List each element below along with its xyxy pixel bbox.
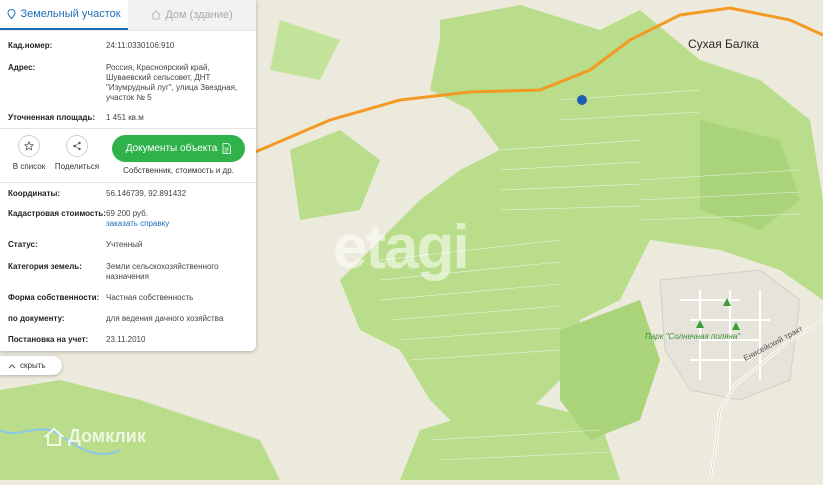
cost-row: Кадастровая стоимость: 69 200 руб. заказ… xyxy=(0,209,256,240)
coords-label: Координаты: xyxy=(8,189,61,198)
address-row: Адрес: Россия, Красноярский край, Шуваев… xyxy=(0,63,256,113)
tab-bar: Земельный участок Дом (здание) xyxy=(0,0,256,31)
category-value: Земли сельскохозяйственного назначения xyxy=(106,262,219,281)
tab-label: Дом (здание) xyxy=(165,9,233,21)
house-icon xyxy=(151,10,161,20)
ownership-row: Форма собственности: Частная собственнос… xyxy=(0,293,256,314)
area-row: Уточненная площадь: 1 451 кв.м xyxy=(0,113,256,128)
cad-number-value[interactable]: 24:11:0330106:910 xyxy=(106,41,174,63)
registered-label: Постановка на учет: xyxy=(8,335,89,344)
cost-value: 69 200 руб. xyxy=(106,209,148,218)
cad-number-label: Кад.номер: xyxy=(8,41,53,50)
status-label: Статус: xyxy=(8,240,38,249)
park-label: Парк "Солнечная поляна" xyxy=(645,332,741,341)
category-row: Категория земель: Земли сельскохозяйстве… xyxy=(0,262,256,293)
address-value: Россия, Красноярский край, Шуваевский се… xyxy=(106,63,238,102)
documents-button[interactable]: Документы объекта xyxy=(112,135,245,162)
share-icon xyxy=(73,141,81,151)
cost-values: 69 200 руб. заказать справку xyxy=(106,209,169,240)
tab-land-plot[interactable]: Земельный участок xyxy=(0,0,128,30)
parcel-marker[interactable] xyxy=(577,95,587,105)
status-value: Учтенный xyxy=(106,240,143,249)
place-label: Сухая Балка xyxy=(688,37,759,51)
hide-panel-label: скрыть xyxy=(20,361,46,370)
documents-subtitle: Собственник, стоимость и др. xyxy=(123,166,234,175)
share-button[interactable]: Поделиться xyxy=(54,135,100,171)
category-label: Категория земель: xyxy=(8,262,82,271)
documents-block: Документы объекта Собственник, стоимость… xyxy=(112,135,245,175)
registered-row: Постановка на учет: 23.11.2010 xyxy=(0,335,256,349)
document-row: по документу: для ведения дачного хозяйс… xyxy=(0,314,256,335)
registered-value: 23.11.2010 xyxy=(106,335,146,344)
coords-value: 56.146739, 92.891432 xyxy=(106,189,187,198)
tab-building[interactable]: Дом (здание) xyxy=(128,0,256,30)
area-value: 1 451 кв.м xyxy=(106,113,144,122)
info-panel: Земельный участок Дом (здание) Кад.номер… xyxy=(0,0,256,351)
area-label: Уточненная площадь: xyxy=(8,113,96,122)
pin-icon xyxy=(7,9,16,19)
cost-label: Кадастровая стоимость: xyxy=(8,209,106,218)
tab-label: Земельный участок xyxy=(20,8,121,20)
document-label: по документу: xyxy=(8,314,65,323)
add-to-list-label: В список xyxy=(12,162,46,171)
domclick-logo-icon xyxy=(44,427,64,446)
actions-bar: В список Поделиться Документы объекта Со… xyxy=(0,129,256,182)
etagi-watermark: etagi xyxy=(333,213,470,282)
domclick-watermark: Домклик xyxy=(44,426,146,447)
coords-row: Координаты: 56.146739, 92.891432 xyxy=(0,189,256,209)
status-row: Статус: Учтенный xyxy=(0,240,256,262)
share-label: Поделиться xyxy=(54,162,100,171)
add-to-list-button[interactable]: В список xyxy=(8,135,50,171)
documents-button-label: Документы объекта xyxy=(125,143,218,154)
star-icon xyxy=(24,141,34,151)
cad-number-row: Кад.номер: 24:11:0330106:910 xyxy=(0,41,256,63)
chevron-up-icon xyxy=(8,363,16,368)
address-label: Адрес: xyxy=(8,63,36,72)
document-icon xyxy=(222,143,232,154)
ownership-value: Частная собственность xyxy=(106,293,194,302)
order-certificate-link[interactable]: заказать справку xyxy=(106,219,169,229)
ownership-label: Форма собственности: xyxy=(8,293,100,302)
domclick-text: Домклик xyxy=(68,426,146,446)
document-value: для ведения дачного хозяйства xyxy=(106,314,224,323)
hide-panel-button[interactable]: скрыть xyxy=(0,356,62,375)
